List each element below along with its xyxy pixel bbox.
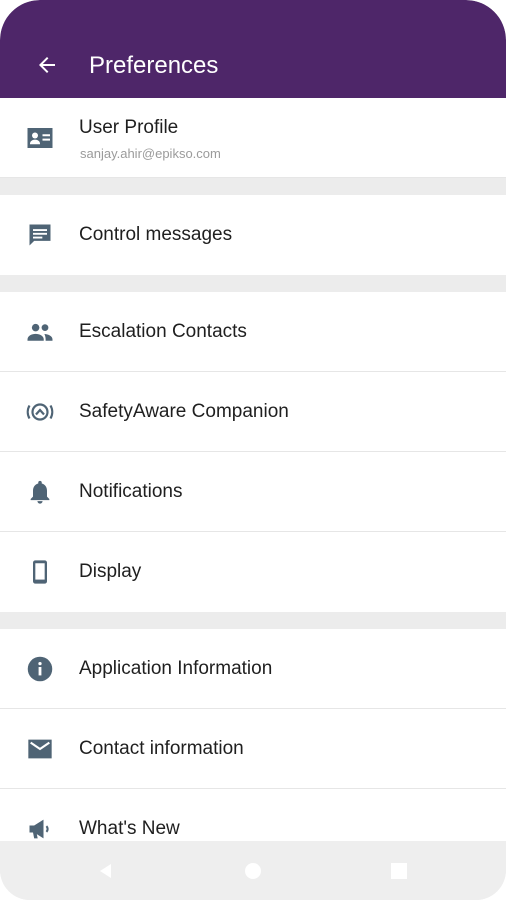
- user-profile-label: User Profile: [79, 117, 179, 138]
- phone-screen: Preferences User Profile sanjay.ahir@epi…: [0, 0, 506, 900]
- nav-back-icon: [100, 863, 111, 878]
- user-email: sanjay.ahir@epikso.com: [80, 146, 221, 161]
- list-item-user-profile[interactable]: User Profile sanjay.ahir@epikso.com: [0, 98, 506, 178]
- preferences-list: User Profile sanjay.ahir@epikso.com Cont…: [0, 98, 506, 869]
- nav-home-icon: [245, 862, 261, 879]
- list-item-label: SafetyAware Companion: [79, 400, 289, 422]
- list-item-label: Escalation Contacts: [79, 320, 247, 342]
- nav-home-button[interactable]: [223, 841, 283, 900]
- list-item-contact-information[interactable]: Contact information: [0, 709, 506, 789]
- list-item-application-information[interactable]: Application Information: [0, 629, 506, 709]
- list-item-label: Application Information: [79, 657, 273, 679]
- people-icon: [24, 316, 56, 348]
- list-item-label: Control messages: [79, 224, 233, 245]
- page-title: Preferences: [89, 52, 219, 79]
- list-item-escalation-contacts[interactable]: Escalation Contacts: [0, 292, 506, 372]
- companion-signal-icon: [24, 396, 56, 428]
- message-icon: [24, 219, 56, 251]
- list-item-safetyaware-companion[interactable]: SafetyAware Companion: [0, 372, 506, 452]
- list-item-control-messages[interactable]: Control messages: [0, 195, 506, 275]
- section-divider: [0, 178, 506, 195]
- app-bar: Preferences: [0, 0, 506, 98]
- nav-recents-button[interactable]: [369, 841, 429, 900]
- list-item-notifications[interactable]: Notifications: [0, 452, 506, 532]
- list-item-display[interactable]: Display: [0, 532, 506, 612]
- list-item-label: Contact information: [79, 737, 244, 759]
- nav-back-button[interactable]: [76, 841, 136, 900]
- info-icon: [24, 653, 56, 685]
- arrow-back-icon: [39, 57, 55, 73]
- list-item-label: Notifications: [79, 480, 183, 502]
- mail-icon: [24, 733, 56, 765]
- section-divider: [0, 612, 506, 629]
- list-item-label: Display: [79, 561, 142, 582]
- account-card-icon: [24, 122, 56, 154]
- section-divider: [0, 275, 506, 292]
- list-item-label: What's New: [79, 818, 180, 839]
- nav-recents-icon: [391, 862, 407, 879]
- phone-display-icon: [24, 556, 56, 588]
- back-button[interactable]: [28, 46, 66, 84]
- bell-icon: [24, 476, 56, 508]
- system-nav-bar: [0, 841, 506, 900]
